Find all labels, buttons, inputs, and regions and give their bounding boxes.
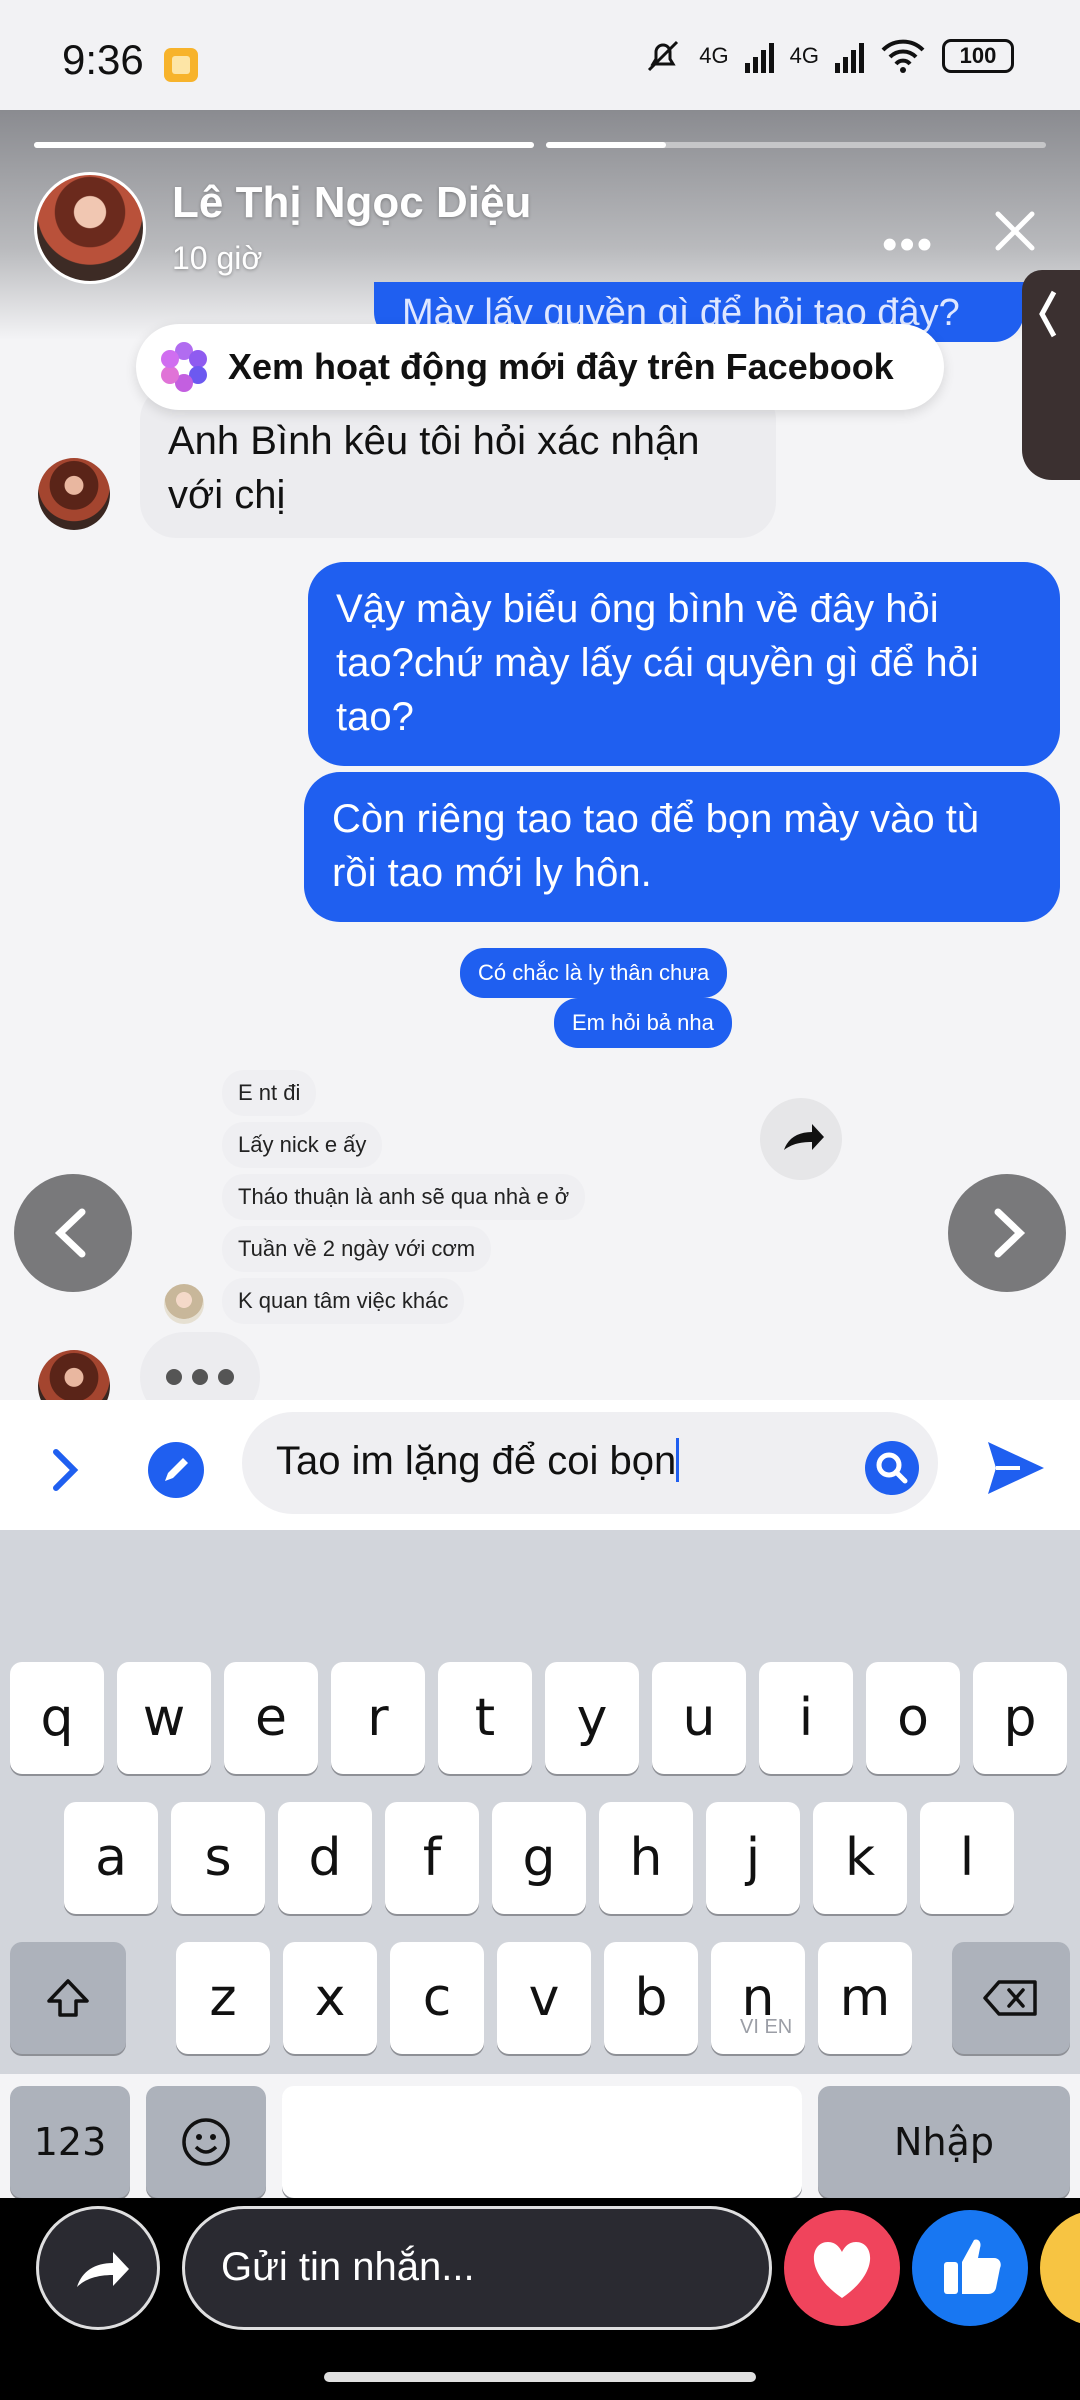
view-recent-activity-label: Xem hoạt động mới đây trên Facebook	[228, 346, 894, 387]
heart-icon	[813, 2242, 871, 2298]
signal-icon	[744, 39, 774, 73]
forward-button[interactable]	[760, 1098, 842, 1180]
share-button[interactable]	[36, 2206, 160, 2330]
message-line: rồi tao mới ly hôn.	[332, 851, 652, 895]
story-author-name[interactable]: Lê Thị Ngọc Diệu	[172, 178, 531, 228]
keyboard-language-hint: VI EN	[740, 2016, 793, 2038]
enter-key[interactable]: Nhập	[818, 2086, 1070, 2198]
network-4g-1: 4G	[699, 43, 729, 68]
key-g[interactable]: g	[492, 1802, 586, 1914]
text-caret	[676, 1438, 680, 1482]
thumbs-up-icon	[944, 2239, 1001, 2294]
key-d[interactable]: d	[278, 1802, 372, 1914]
inner-received-message: E nt đi	[222, 1070, 317, 1116]
key-e[interactable]: e	[224, 1662, 318, 1774]
key-l[interactable]: l	[920, 1802, 1014, 1914]
backspace-icon	[983, 1980, 1037, 2016]
wifi-icon	[881, 39, 925, 73]
key-y[interactable]: y	[545, 1662, 639, 1774]
chevron-left-icon	[1039, 290, 1057, 338]
key-o[interactable]: o	[866, 1662, 960, 1774]
key-j[interactable]: j	[706, 1802, 800, 1914]
status-icons: 4G 4G 100	[643, 36, 1014, 76]
inner-sender-avatar	[164, 1284, 204, 1324]
sent-message-bubble: Còn riêng tao tao để bọn mày vào tù rồi …	[304, 772, 1060, 922]
close-icon[interactable]	[990, 206, 1040, 256]
battery-icon: 100	[942, 39, 1014, 73]
key-m[interactable]: m	[818, 1942, 912, 2054]
key-c[interactable]: c	[390, 1942, 484, 2054]
inner-sent-message: Em hỏi bả nha	[554, 998, 732, 1048]
mute-icon	[648, 40, 679, 72]
more-options-button[interactable]: •••	[882, 220, 934, 270]
story-flower-icon	[161, 342, 207, 392]
shift-icon	[47, 1979, 89, 2017]
key-x[interactable]: x	[283, 1942, 377, 2054]
key-p[interactable]: p	[973, 1662, 1067, 1774]
message-line: Anh Bình kêu tôi hỏi xác nhận	[168, 419, 700, 463]
message-line: Còn riêng tao tao để bọn mày vào tù	[332, 797, 980, 841]
message-input-text: Tao im lặng để coi bọn	[276, 1439, 677, 1483]
key-q[interactable]: q	[10, 1662, 104, 1774]
send-icon[interactable]	[984, 1436, 1048, 1500]
key-f[interactable]: f	[385, 1802, 479, 1914]
message-input[interactable]: Tao im lặng để coi bọn	[242, 1412, 938, 1514]
story-author-avatar[interactable]	[34, 172, 146, 284]
view-recent-activity-pill[interactable]: Xem hoạt động mới đây trên Facebook	[136, 324, 944, 410]
key-r[interactable]: r	[331, 1662, 425, 1774]
status-time: 9:36	[62, 36, 144, 83]
message-line: với chị	[168, 473, 286, 517]
key-z[interactable]: z	[176, 1942, 270, 2054]
key-v[interactable]: v	[497, 1942, 591, 2054]
message-line: tao?	[336, 695, 414, 739]
chevron-right-icon	[994, 1208, 1026, 1258]
inner-received-message: Tuần về 2 ngày với cơm	[222, 1226, 492, 1272]
pencil-icon[interactable]	[146, 1440, 206, 1500]
story-posted-time: 10 giờ	[172, 240, 263, 276]
home-indicator	[324, 2372, 756, 2382]
inner-sent-message: Có chắc là ly thân chưa	[460, 948, 728, 998]
key-s[interactable]: s	[171, 1802, 265, 1914]
key-b[interactable]: b	[604, 1942, 698, 2054]
numbers-key[interactable]: 123	[10, 2086, 130, 2198]
chevron-right-icon[interactable]	[44, 1440, 88, 1500]
key-t[interactable]: t	[438, 1662, 532, 1774]
message-line: tao?chứ mày lấy cái quyền gì để hỏi	[336, 641, 979, 685]
previous-story-button[interactable]	[14, 1174, 132, 1292]
sent-message-bubble: Vậy mày biểu ông bình về đây hỏi tao?chứ…	[308, 562, 1060, 766]
chevron-left-icon	[54, 1208, 86, 1258]
next-story-button[interactable]	[948, 1174, 1066, 1292]
key-u[interactable]: u	[652, 1662, 746, 1774]
key-k[interactable]: k	[813, 1802, 907, 1914]
reply-input[interactable]: Gửi tin nhắn...	[182, 2206, 772, 2330]
key-w[interactable]: w	[117, 1662, 211, 1774]
inner-received-message: K quan tâm việc khác	[222, 1278, 465, 1324]
network-4g-2: 4G	[789, 43, 819, 68]
notification-icon	[164, 48, 198, 82]
key-a[interactable]: a	[64, 1802, 158, 1914]
message-line: Vậy mày biểu ông bình về đây hỏi	[336, 587, 939, 631]
share-icon	[77, 2252, 129, 2287]
love-reaction-button[interactable]	[784, 2210, 900, 2326]
status-bar: 9:36 4G 4G 100	[0, 0, 1080, 110]
signal-icon-2	[835, 39, 864, 73]
backspace-key[interactable]	[952, 1942, 1070, 2054]
shift-key[interactable]	[10, 1942, 126, 2054]
sender-avatar	[38, 458, 110, 530]
space-key[interactable]	[282, 2086, 802, 2198]
like-reaction-button[interactable]	[912, 2210, 1028, 2326]
story-progress-1	[34, 142, 534, 148]
forward-icon	[784, 1124, 824, 1150]
inner-received-message: Tháo thuận là anh sẽ qua nhà e ở	[222, 1174, 586, 1220]
emoji-icon	[182, 2118, 230, 2166]
emoji-key[interactable]	[146, 2086, 266, 2198]
inner-received-message: Lấy nick e ấy	[222, 1122, 383, 1168]
story-progress-2	[546, 142, 1046, 148]
key-i[interactable]: i	[759, 1662, 853, 1774]
cropped-edge-image	[1022, 270, 1080, 480]
search-icon[interactable]	[864, 1440, 920, 1496]
key-h[interactable]: h	[599, 1802, 693, 1914]
